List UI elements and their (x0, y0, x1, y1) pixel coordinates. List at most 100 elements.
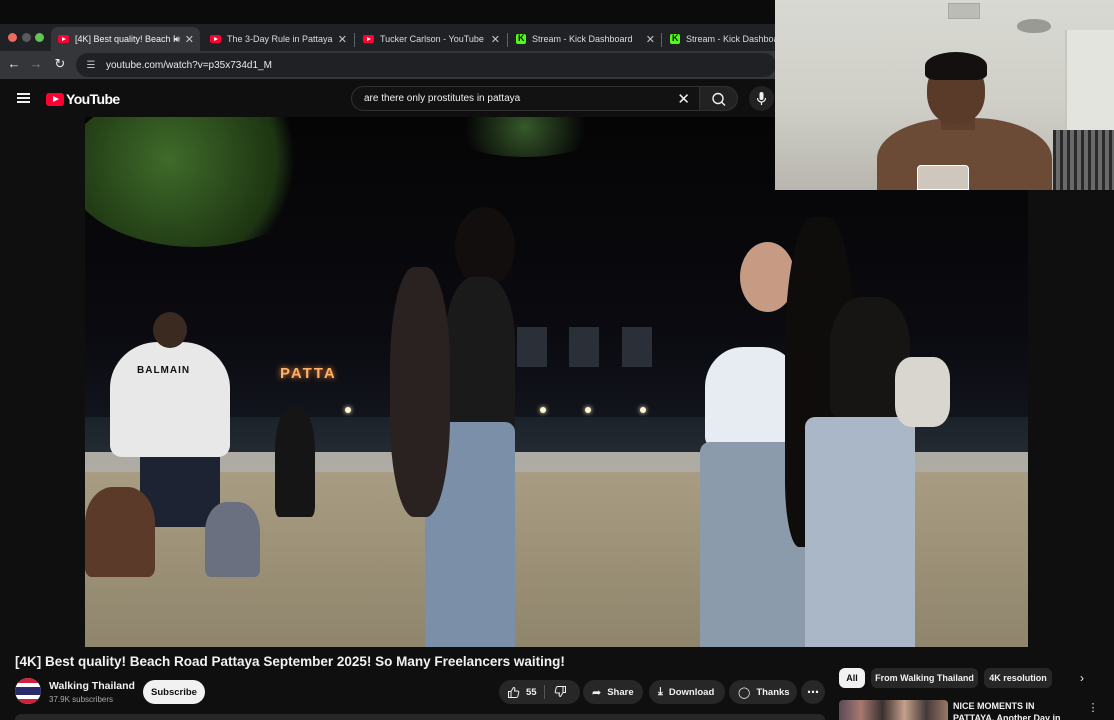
tab-title: The 3-Day Rule in Pattaya “W (227, 34, 335, 44)
tab-title: Stream - Kick Dashboard (686, 34, 775, 44)
browser-tab-active[interactable]: [4K] Best quality! Beach R 🔊︎ ✕ (51, 27, 200, 51)
more-horizontal-icon: ⋯ (807, 685, 819, 699)
speaker-icon[interactable]: 🔊︎ (174, 34, 180, 45)
video-scene-handbag (895, 357, 950, 427)
thanks-button[interactable]: ◯ Thanks (729, 680, 797, 704)
back-arrow-icon[interactable]: ← (6, 56, 22, 71)
browser-tab[interactable]: Tucker Carlson - YouTube ✕ (356, 27, 506, 51)
tab-close-icon[interactable]: ✕ (338, 33, 347, 46)
download-label: Download (668, 686, 715, 698)
thumbs-down-icon[interactable] (554, 685, 567, 698)
browser-tab[interactable]: The 3-Day Rule in Pattaya “W ✕ (203, 27, 353, 51)
video-scene-shirt-text: BALMAIN (137, 365, 191, 376)
video-scene-building (517, 327, 547, 367)
youtube-wordmark: YouTube (66, 91, 120, 107)
browser-tab[interactable]: Stream - Kick Dashboard ✕ (509, 27, 661, 51)
video-scene-sign: PATTA (280, 365, 337, 382)
tab-close-icon[interactable]: ✕ (646, 33, 655, 46)
tab-close-icon[interactable]: ✕ (185, 33, 194, 46)
video-scene-light (345, 407, 351, 413)
window-close-button[interactable] (8, 33, 17, 42)
webcam-overlay (775, 0, 1114, 190)
video-scene-building (569, 327, 599, 367)
video-scene-person (85, 487, 155, 577)
search-box[interactable]: are there only prostitutes in pattaya ✕ (351, 86, 700, 111)
video-player[interactable]: PATTA BALMAIN (85, 117, 1028, 647)
more-actions-button[interactable]: ⋯ (801, 680, 825, 704)
chip-from-channel[interactable]: From Walking Thailand (871, 668, 978, 688)
video-scene-light (540, 407, 546, 413)
share-button[interactable]: ➦ Share (583, 680, 643, 704)
subscriber-count: 37.9K subscribers (49, 695, 114, 704)
menu-icon[interactable] (17, 93, 30, 103)
voice-search-button[interactable] (749, 86, 774, 111)
tab-separator (507, 33, 508, 47)
kick-icon (670, 33, 680, 44)
thanks-label: Thanks (756, 686, 790, 698)
thumbs-up-icon (508, 686, 520, 698)
webcam-scene-person (925, 52, 987, 80)
search-button[interactable] (699, 86, 738, 111)
chip-all[interactable]: All (839, 668, 865, 688)
window-minimize-button[interactable] (22, 33, 31, 42)
reload-icon[interactable]: ↻ (52, 56, 68, 72)
search-icon (712, 92, 726, 106)
download-button[interactable]: ⤓ Download (649, 680, 725, 704)
webcam-scene-cup (917, 165, 969, 190)
video-scene-person (455, 207, 515, 287)
video-scene-tree (445, 117, 605, 157)
channel-avatar[interactable] (15, 678, 41, 704)
video-scene-person (153, 312, 187, 348)
address-url: youtube.com/watch?v=p35x734d1_M (106, 59, 272, 71)
video-scene-person (390, 267, 450, 517)
video-scene-person (205, 502, 260, 577)
youtube-icon (58, 35, 69, 43)
like-count: 55 (526, 686, 537, 698)
recommended-video-thumbnail[interactable] (839, 700, 948, 720)
tab-title: Stream - Kick Dashboard (532, 34, 633, 44)
youtube-logo[interactable]: YouTube (46, 91, 120, 107)
window-zoom-button[interactable] (35, 33, 44, 42)
tab-close-icon[interactable]: ✕ (491, 33, 500, 46)
webcam-scene-vent (948, 3, 980, 19)
subscribe-button[interactable]: Subscribe (143, 680, 205, 704)
description-box[interactable] (15, 714, 825, 720)
search-input[interactable]: are there only prostitutes in pattaya (364, 93, 677, 104)
tab-title: [4K] Best quality! Beach R (75, 34, 175, 44)
youtube-icon (210, 35, 221, 43)
video-scene-building (622, 327, 652, 367)
like-dislike-group: 55 (499, 680, 580, 704)
video-scene-person (275, 407, 315, 517)
kick-icon (516, 33, 526, 44)
youtube-icon (46, 92, 64, 106)
video-scene-light (585, 407, 591, 413)
tab-separator (354, 33, 355, 47)
address-bar[interactable]: ☰ youtube.com/watch?v=p35x734d1_M (76, 53, 776, 77)
video-scene-person (110, 342, 230, 457)
forward-arrow-icon[interactable]: → (28, 56, 44, 71)
tab-title: Tucker Carlson - YouTube (380, 34, 484, 44)
tab-separator (661, 33, 662, 47)
clear-search-icon[interactable]: ✕ (677, 90, 690, 108)
download-icon: ⤓ (658, 685, 663, 698)
more-vertical-icon[interactable]: ⋮ (1087, 701, 1099, 714)
chevron-right-icon[interactable]: › (1073, 669, 1091, 687)
like-button[interactable]: 55 (499, 680, 537, 704)
video-scene-light (640, 407, 646, 413)
browser-tab[interactable]: Stream - Kick Dashboard (663, 27, 775, 51)
video-scene-tree (85, 117, 325, 247)
channel-name[interactable]: Walking Thailand (49, 680, 135, 692)
webcam-scene-lamp (1017, 19, 1051, 33)
share-icon: ➦ (592, 686, 602, 699)
youtube-icon (363, 35, 374, 43)
thanks-icon: ◯ (738, 686, 751, 699)
microphone-icon (756, 92, 767, 105)
webcam-scene-chair (1053, 130, 1114, 190)
chip-4k-resolution[interactable]: 4K resolution (984, 668, 1052, 688)
share-label: Share (607, 686, 634, 698)
video-scene-person (805, 417, 915, 647)
video-scene-person (445, 277, 515, 437)
video-title: [4K] Best quality! Beach Road Pattaya Se… (15, 654, 565, 669)
site-settings-icon[interactable]: ☰ (84, 60, 98, 71)
recommended-video-title[interactable]: NICE MOMENTS IN PATTAYA, Another Day in … (953, 700, 1078, 720)
